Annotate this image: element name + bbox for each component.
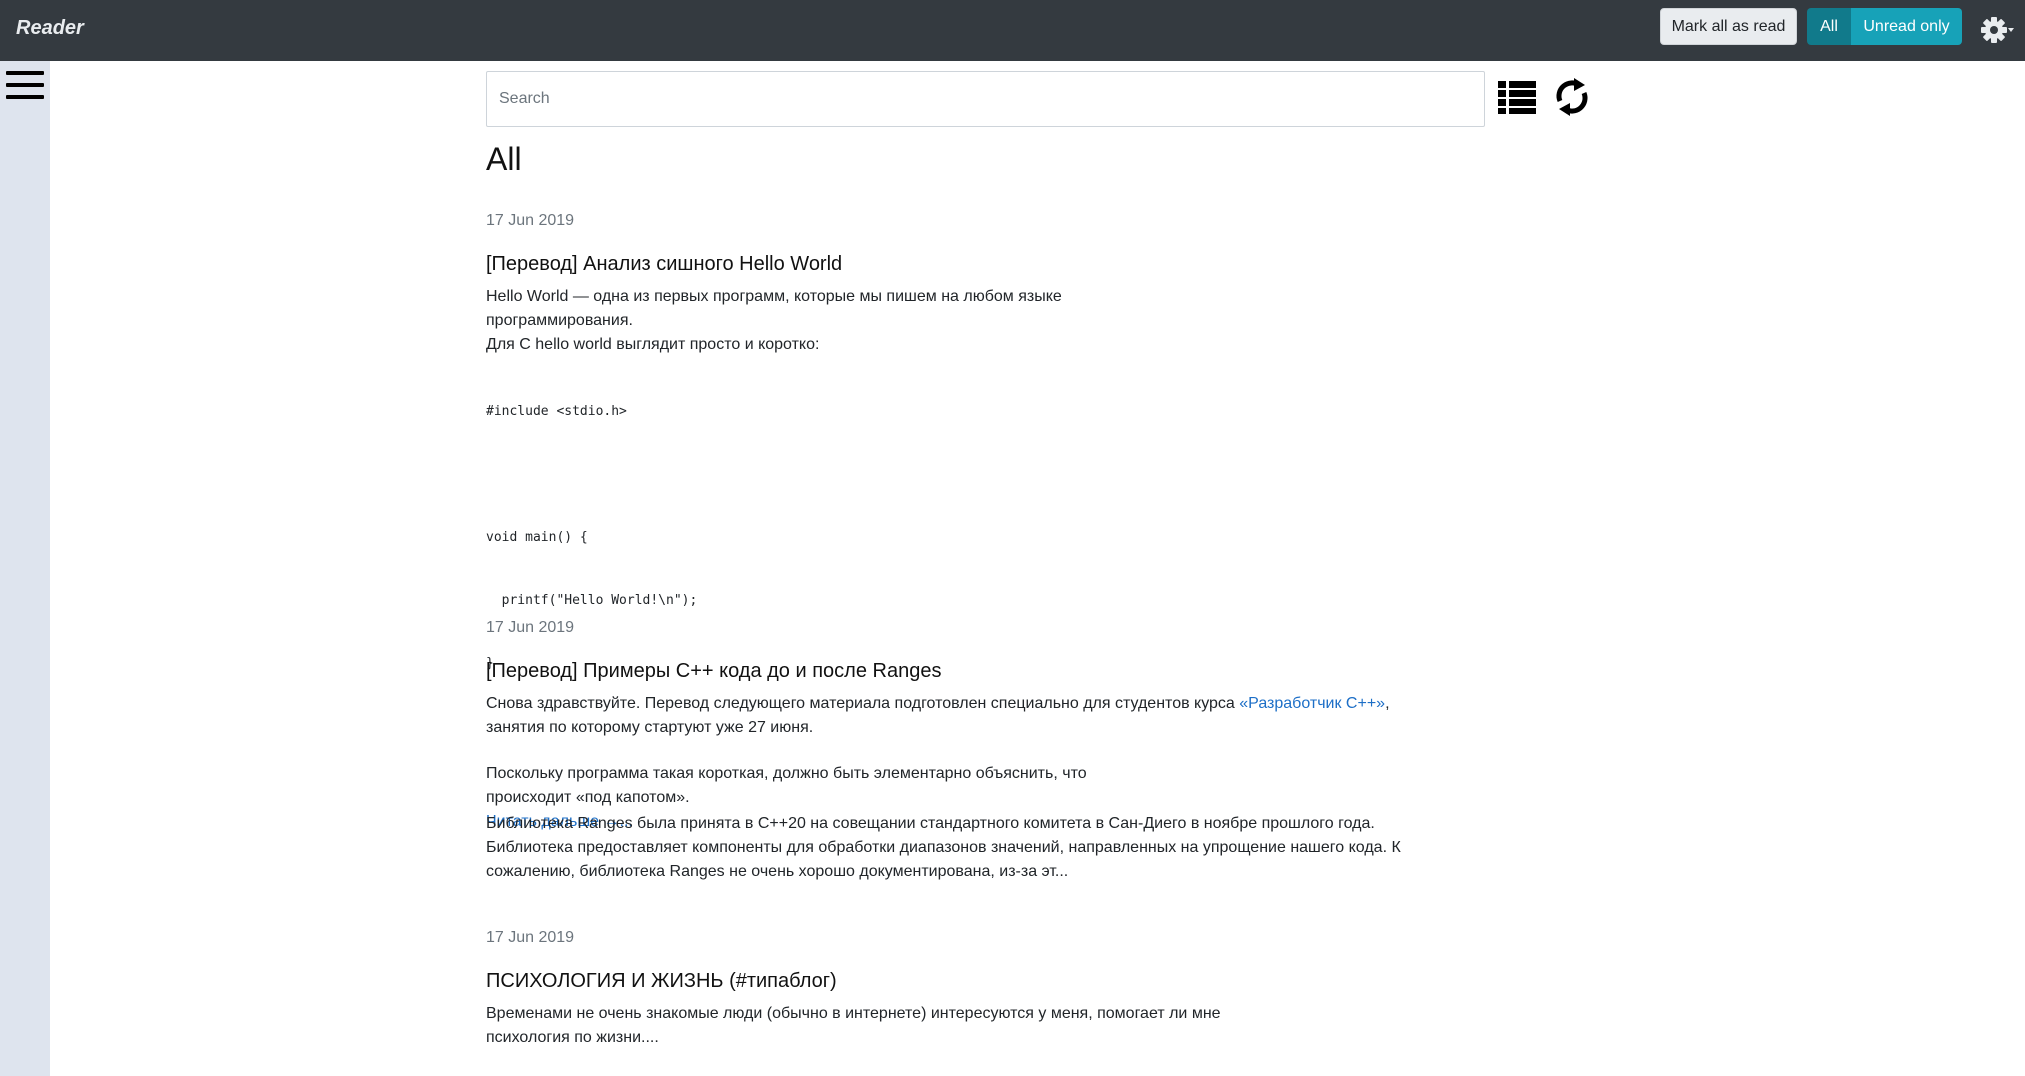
mark-all-read-button[interactable]: Mark all as read — [1660, 8, 1797, 45]
sidebar — [0, 61, 50, 1076]
refresh-icon[interactable] — [1552, 75, 1592, 119]
course-link[interactable]: «Разработчик C++» — [1239, 695, 1385, 712]
article-summary: Временами не очень знакомые люди (обычно… — [486, 1002, 1616, 1050]
article-feed: 17 Jun 2019 [Перевод] Анализ сишного Hel… — [486, 211, 1616, 1050]
article-date: 17 Jun 2019 — [486, 212, 575, 229]
summary-line: психология по жизни.... — [486, 1029, 659, 1046]
search-input[interactable] — [486, 71, 1485, 127]
code-line: void main() { — [486, 530, 588, 545]
summary-line: Hello World — одна из первых программ, к… — [486, 288, 1062, 305]
article-date: 17 Jun 2019 — [486, 619, 575, 636]
filter-all-button[interactable]: All — [1807, 8, 1851, 45]
top-navbar: Reader Mark all as read All Unread only — [0, 0, 2025, 61]
summary-line: Снова здравствуйте. Перевод следующего м… — [486, 692, 1616, 716]
article-title[interactable]: [Перевод] Примеры C++ кода до и после Ra… — [486, 658, 1616, 684]
list-view-icon[interactable] — [1498, 79, 1536, 115]
hamburger-icon[interactable] — [6, 71, 44, 101]
article-date: 17 Jun 2019 — [486, 929, 575, 946]
summary-line: Библиотека предоставляет компоненты для … — [486, 839, 1401, 856]
article-item: 17 Jun 2019 [Перевод] Анализ сишного Hel… — [486, 211, 1616, 830]
gear-icon[interactable] — [1979, 13, 2015, 47]
summary-text: , — [1385, 695, 1390, 712]
code-line: printf("Hello World!\n"); — [486, 593, 698, 608]
summary-line: Библиотека Ranges была принята в C++20 н… — [486, 815, 1375, 832]
article-title[interactable]: ПСИХОЛОГИЯ И ЖИЗНЬ (#типаблог) — [486, 968, 1616, 994]
article-item: 17 Jun 2019 ПСИХОЛОГИЯ И ЖИЗНЬ (#типабло… — [486, 928, 1616, 1050]
app-brand[interactable]: Reader — [16, 17, 84, 40]
filter-button-group: All Unread only — [1807, 8, 1962, 45]
article-title[interactable]: [Перевод] Анализ сишного Hello World — [486, 251, 1616, 277]
filter-unread-button[interactable]: Unread only — [1851, 8, 1962, 45]
summary-line: Для C hello world выглядит просто и коро… — [486, 336, 820, 353]
summary-line: Временами не очень знакомые люди (обычно… — [486, 1005, 1221, 1022]
summary-line: программирования. — [486, 312, 633, 329]
summary-line: сожалению, библиотека Ranges не очень хо… — [486, 863, 1069, 880]
code-line: #include <stdio.h> — [486, 404, 627, 419]
summary-line: занятия по которому стартуют уже 27 июня… — [486, 719, 814, 736]
page-title: All — [486, 141, 522, 177]
summary-text: Снова здравствуйте. Перевод следующего м… — [486, 695, 1240, 712]
